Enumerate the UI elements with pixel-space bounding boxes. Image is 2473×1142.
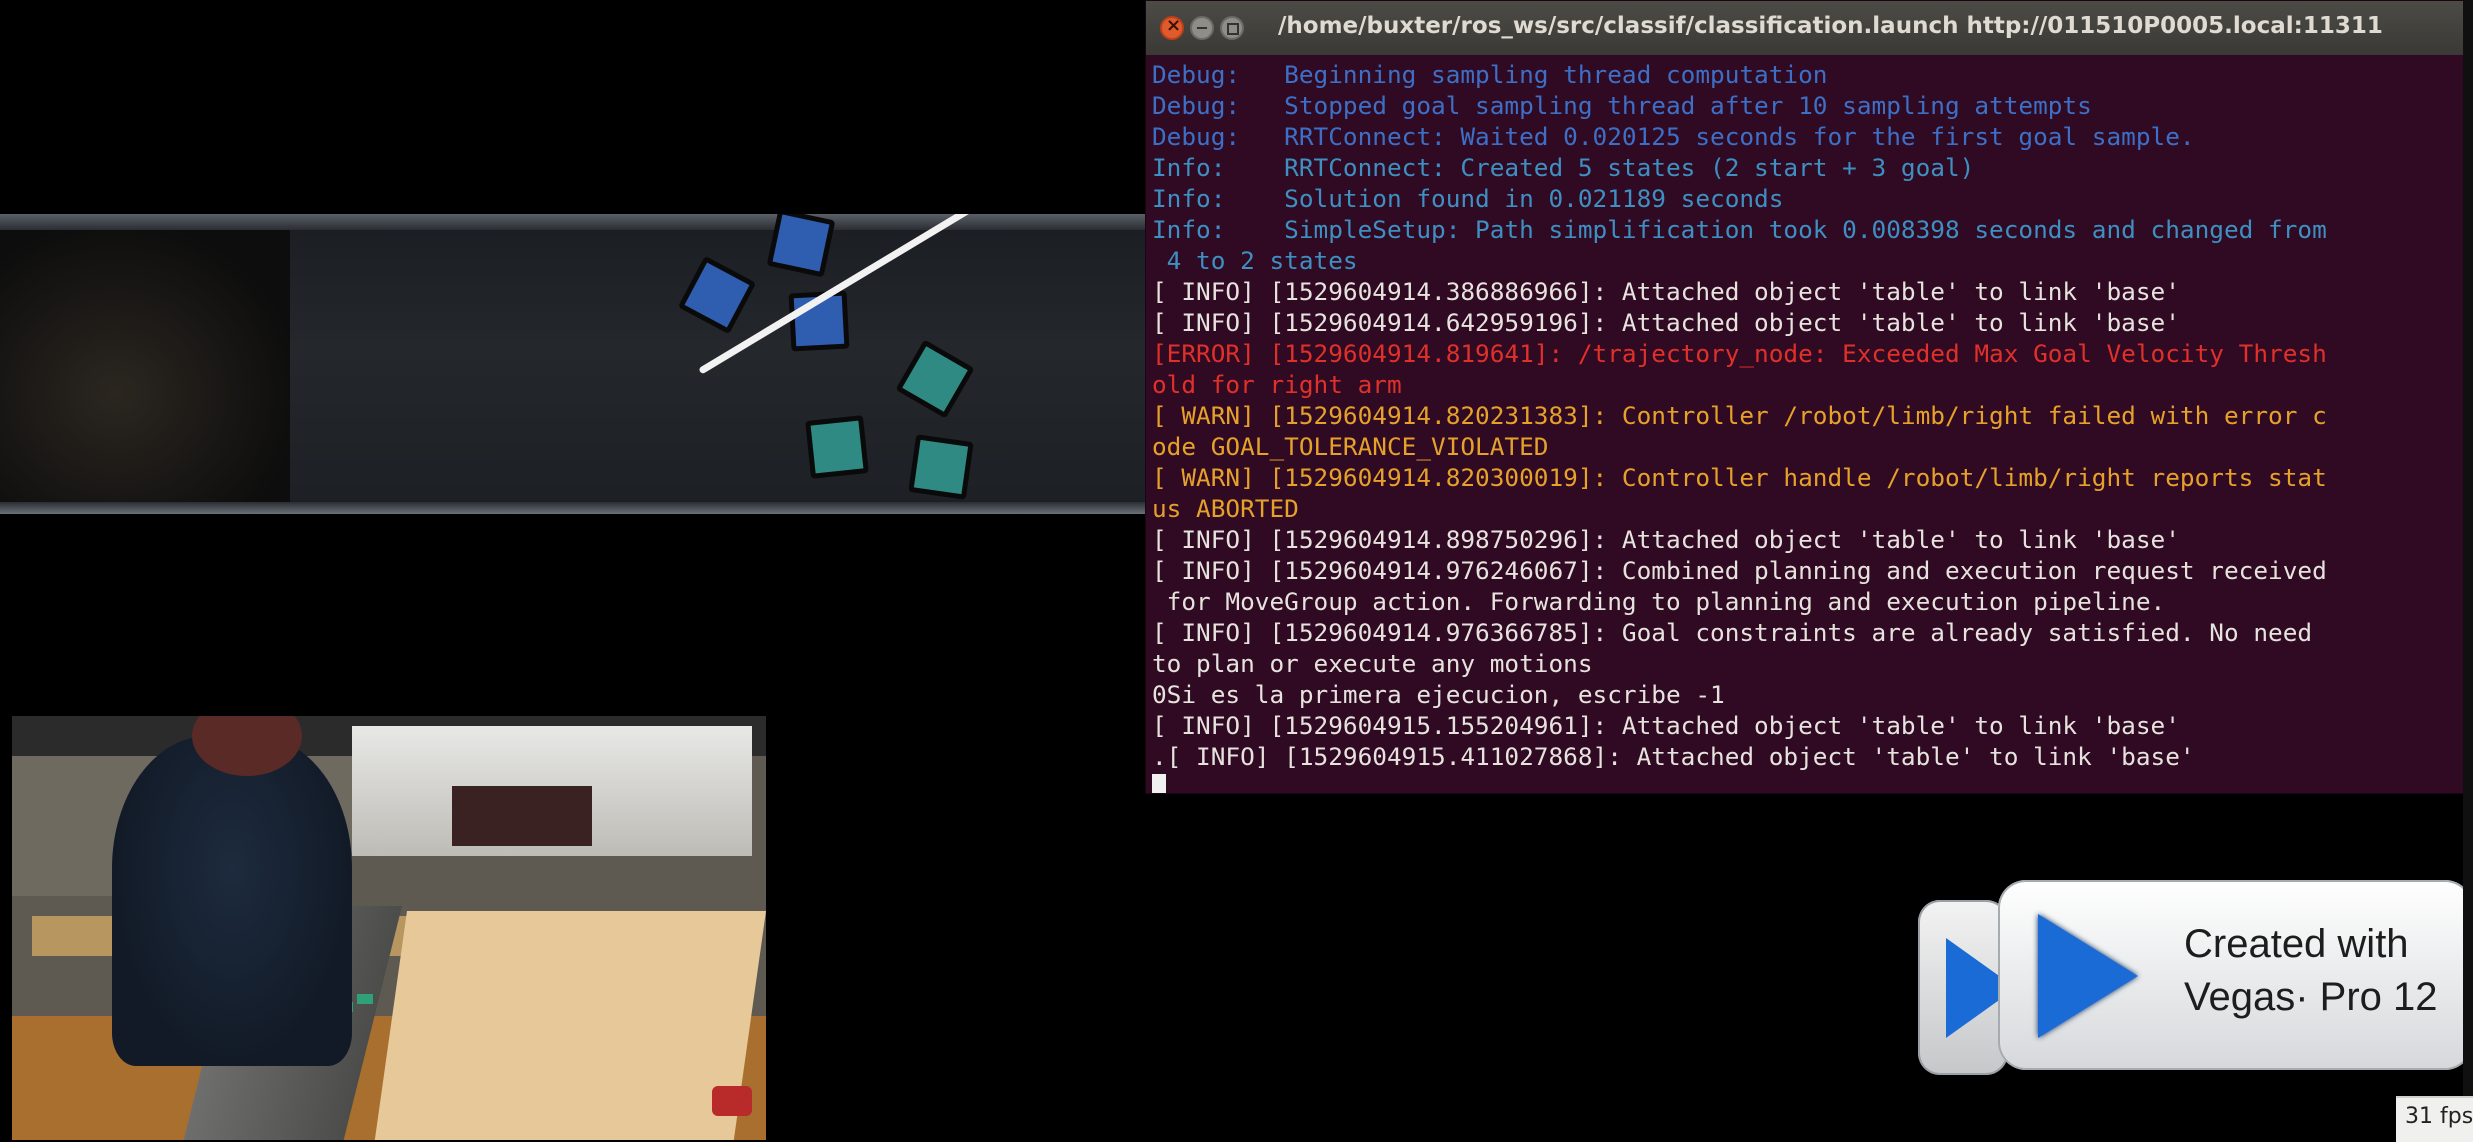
vegas-logo-front-tile: Created with Vegas· Pro 12 bbox=[1998, 880, 2473, 1070]
log-line: Info: RRTConnect: Created 5 states (2 st… bbox=[1152, 153, 1975, 182]
text-cursor bbox=[1152, 774, 1166, 793]
log-line: Debug: RRTConnect: Waited 0.020125 secon… bbox=[1152, 122, 2195, 151]
teal-cube bbox=[895, 339, 975, 419]
maximize-button[interactable] bbox=[1220, 16, 1244, 40]
log-line-warning: [ WARN] [1529604914.820300019]: Controll… bbox=[1152, 463, 2327, 492]
log-line-error: [ERROR] [1529604914.819641]: /trajectory… bbox=[1152, 339, 2327, 368]
conveyor-rail-top bbox=[0, 214, 1146, 230]
room-camera-feed bbox=[12, 716, 766, 1140]
mini-cube-teal bbox=[357, 994, 373, 1004]
camera-shadow bbox=[0, 230, 290, 502]
log-line: Debug: Beginning sampling thread computa… bbox=[1152, 60, 1828, 89]
teal-cube bbox=[805, 415, 869, 479]
log-line: [ INFO] [1529604915.155204961]: Attached… bbox=[1152, 711, 2180, 740]
log-line: [ INFO] [1529604914.976246067]: Combined… bbox=[1152, 556, 2327, 585]
log-line: [ INFO] [1529604914.386886966]: Attached… bbox=[1152, 277, 2180, 306]
terminal-window[interactable]: /home/buxter/ros_ws/src/classif/classifi… bbox=[1145, 0, 2465, 794]
prompt-line: 0Si es la primera ejecucion, escribe -1 bbox=[1152, 680, 1725, 709]
log-line-warning: us ABORTED bbox=[1152, 494, 1299, 523]
person bbox=[112, 736, 352, 1066]
log-line: [ INFO] [1529604914.898750296]: Attached… bbox=[1152, 525, 2180, 554]
overhead-camera-feed bbox=[0, 214, 1146, 514]
log-line-error: old for right arm bbox=[1152, 370, 1402, 399]
log-line: Info: SimpleSetup: Path simplification t… bbox=[1152, 215, 2327, 244]
log-line: to plan or execute any motions bbox=[1152, 649, 1593, 678]
log-line: Debug: Stopped goal sampling thread afte… bbox=[1152, 91, 2092, 120]
watermark-line-2: Vegas· Pro 12 bbox=[2184, 975, 2438, 1019]
minimize-button[interactable] bbox=[1190, 16, 1214, 40]
robot-base bbox=[452, 786, 592, 846]
log-line: 4 to 2 states bbox=[1152, 246, 1358, 275]
log-line: .[ INFO] [1529604915.411027868]: Attache… bbox=[1152, 742, 2195, 771]
teal-cube bbox=[908, 434, 974, 500]
log-line-warning: ode GOAL_TOLERANCE_VIOLATED bbox=[1152, 432, 1549, 461]
log-line: [ INFO] [1529604914.976366785]: Goal con… bbox=[1152, 618, 2313, 647]
emergency-stop-button bbox=[712, 1086, 752, 1116]
log-line-warning: [ WARN] [1529604914.820231383]: Controll… bbox=[1152, 401, 2327, 430]
bottom-bar bbox=[766, 1110, 2396, 1140]
log-line: Info: Solution found in 0.021189 seconds bbox=[1152, 184, 1784, 213]
play-icon bbox=[2038, 914, 2138, 1038]
vegas-pro-watermark: Created with Vegas· Pro 12 bbox=[1918, 880, 2473, 1080]
window-title: /home/buxter/ros_ws/src/classif/classifi… bbox=[1278, 13, 2383, 39]
terminal-output[interactable]: Debug: Beginning sampling thread computa… bbox=[1146, 55, 2464, 793]
log-line: for MoveGroup action. Forwarding to plan… bbox=[1152, 587, 2166, 616]
blue-cube bbox=[766, 214, 836, 278]
input-line[interactable] bbox=[1152, 772, 2458, 793]
vegas-logo-back-tile bbox=[1918, 900, 2016, 1075]
conveyor-rail-bottom bbox=[0, 502, 1146, 514]
fps-label: 31 fps bbox=[2405, 1104, 2473, 1129]
close-button[interactable] bbox=[1160, 15, 1184, 40]
watermark-line-1: Created with bbox=[2184, 922, 2409, 966]
log-line: [ INFO] [1529604914.642959196]: Attached… bbox=[1152, 308, 2180, 337]
work-table bbox=[374, 911, 766, 1140]
terminal-titlebar[interactable]: /home/buxter/ros_ws/src/classif/classifi… bbox=[1146, 1, 2464, 55]
blue-cube bbox=[677, 255, 757, 335]
screen-edge bbox=[2463, 0, 2473, 1140]
